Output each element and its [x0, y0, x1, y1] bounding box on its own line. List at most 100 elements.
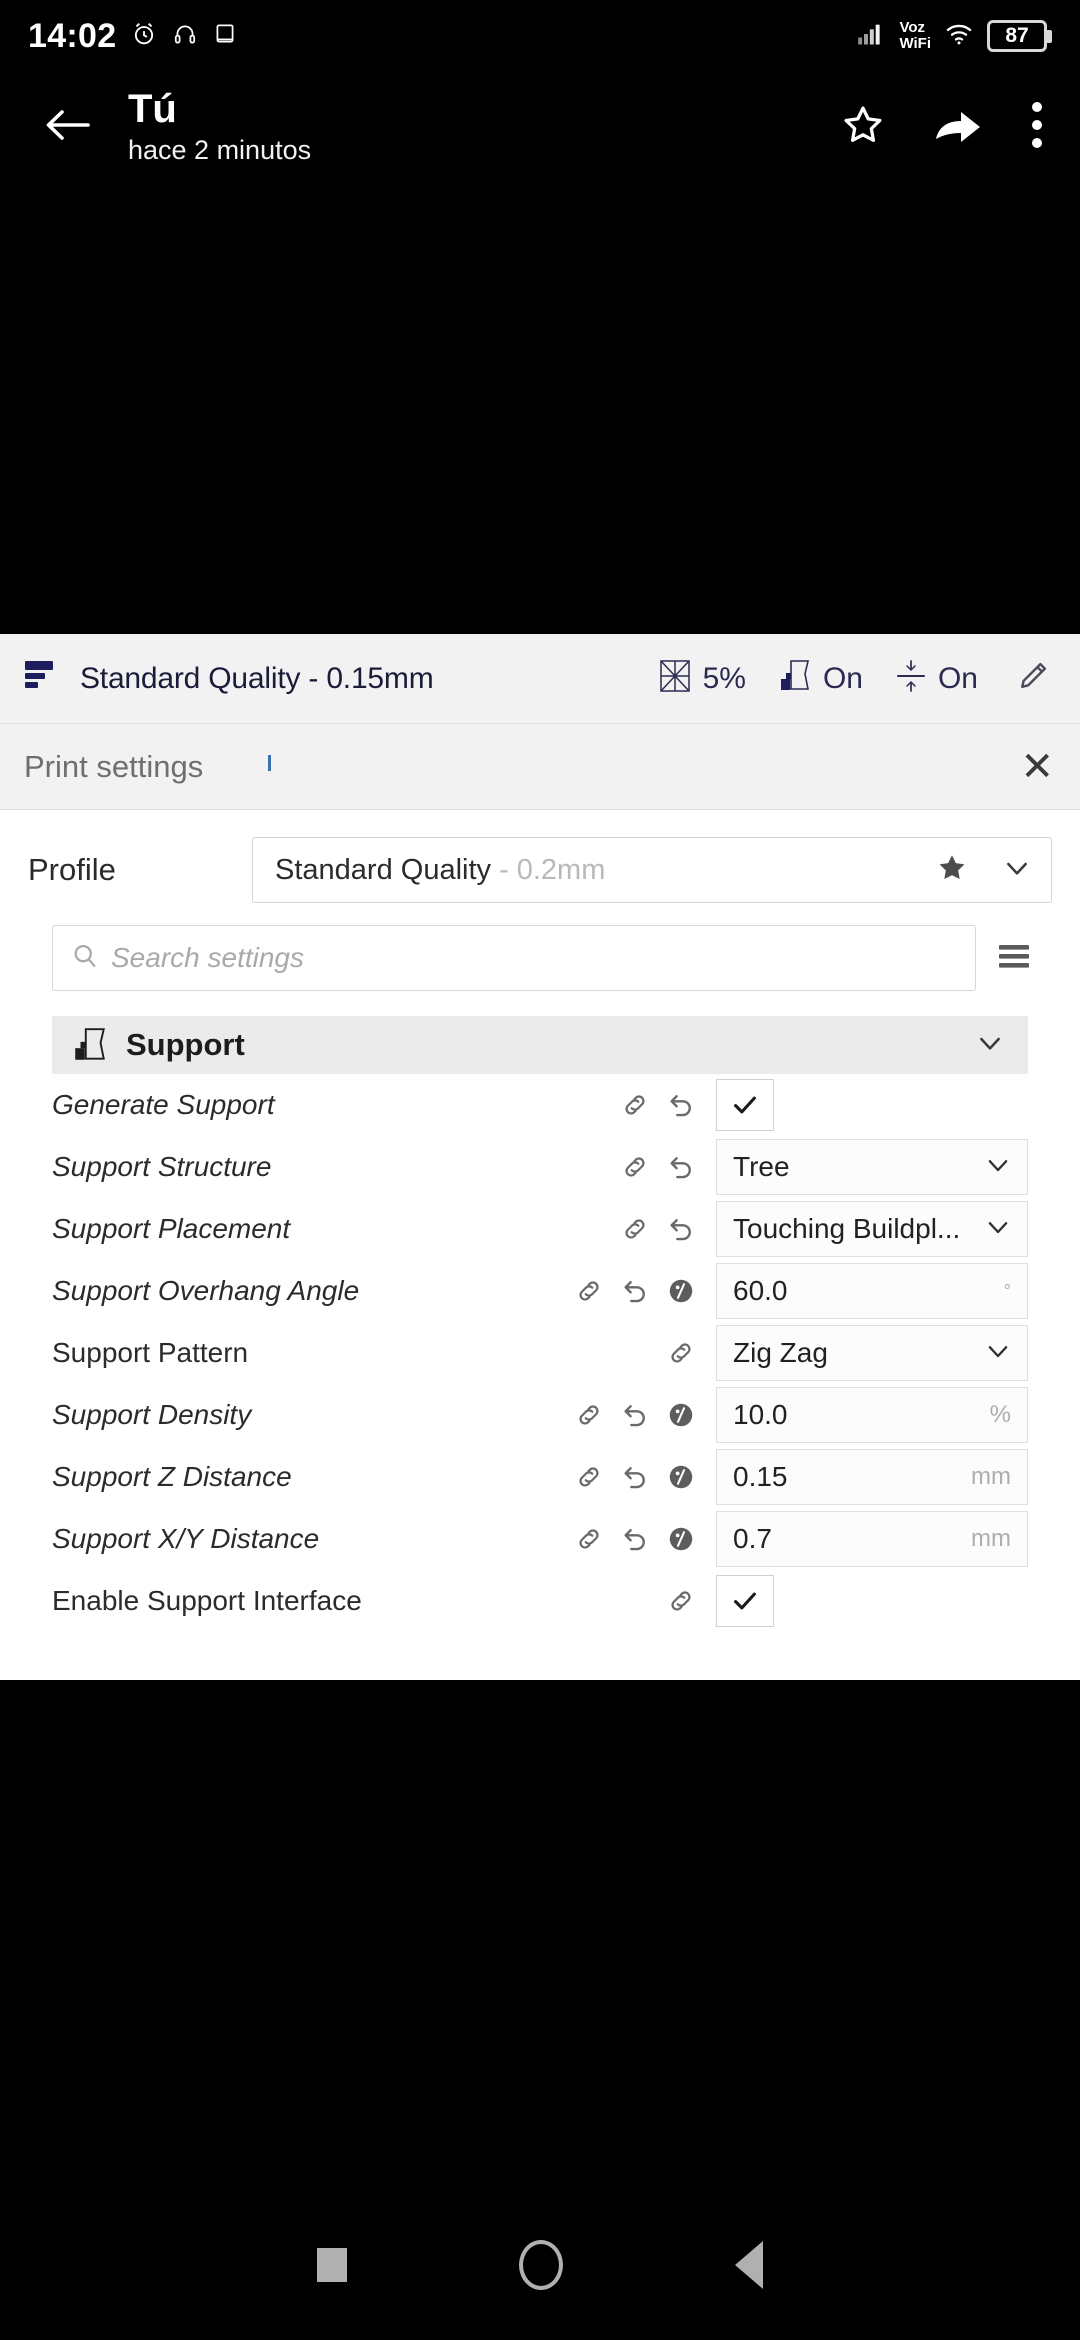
setting-select[interactable]: Touching Buildpl... [716, 1201, 1028, 1257]
chevron-down-icon [983, 1336, 1013, 1371]
setting-row: Support Structure Tree [52, 1136, 1028, 1198]
support-stat[interactable]: On [778, 658, 863, 699]
hamburger-menu-icon [997, 941, 1031, 976]
link-icon[interactable] [572, 1398, 606, 1432]
link-icon[interactable] [572, 1274, 606, 1308]
link-icon[interactable] [618, 1088, 652, 1122]
setting-control [716, 1575, 1028, 1627]
setting-control: 10.0 % [716, 1387, 1028, 1443]
setting-select[interactable]: Tree [716, 1139, 1028, 1195]
edit-settings-button[interactable] [1016, 659, 1050, 698]
profile-value-suffix: - 0.2mm [499, 853, 606, 886]
quality-summary[interactable]: Standard Quality - 0.15mm [22, 659, 658, 698]
cura-screenshot: Standard Quality - 0.15mm 5% On On Print… [0, 634, 1080, 1680]
setting-row-icons [422, 1336, 716, 1370]
pencil-icon [1016, 662, 1050, 697]
back-button[interactable] [26, 104, 110, 151]
revert-icon[interactable] [664, 1088, 698, 1122]
link-icon[interactable] [664, 1584, 698, 1618]
status-time: 14:02 [28, 16, 117, 55]
setting-label: Generate Support [52, 1089, 275, 1120]
setting-select[interactable]: Zig Zag [716, 1325, 1028, 1381]
formula-icon[interactable] [664, 1274, 698, 1308]
status-bar-left: 14:02 [28, 17, 238, 56]
close-icon[interactable]: ✕ [1020, 747, 1054, 787]
home-circle-icon[interactable] [519, 2240, 563, 2290]
star-filled-icon[interactable] [935, 851, 969, 890]
revert-icon[interactable] [618, 1398, 652, 1432]
setting-input[interactable]: 0.7 mm [716, 1511, 1028, 1567]
setting-value: 60.0 [733, 1275, 788, 1306]
setting-label: Support Structure [52, 1151, 272, 1182]
support-icon [778, 658, 812, 699]
formula-icon[interactable] [664, 1398, 698, 1432]
setting-row-icons [422, 1522, 716, 1556]
revert-icon[interactable] [618, 1274, 652, 1308]
link-icon[interactable] [572, 1522, 606, 1556]
profile-value: Standard Quality [275, 853, 492, 886]
setting-row: Support Pattern Zig Zag [52, 1322, 1028, 1384]
infill-stat[interactable]: 5% [658, 658, 746, 699]
status-bar: 14:02 Voz WiFi 87 [0, 0, 1080, 72]
overflow-menu-icon[interactable] [1030, 99, 1044, 156]
link-icon[interactable] [618, 1150, 652, 1184]
headphones-icon [172, 21, 198, 52]
setting-unit: mm [971, 1525, 1011, 1552]
link-icon[interactable] [572, 1460, 606, 1494]
section-header-support[interactable]: Support [52, 1016, 1028, 1074]
battery-icon: 87 [987, 20, 1052, 52]
print-stats: 5% On On [658, 658, 1058, 699]
chevron-down-icon[interactable] [1001, 852, 1033, 889]
search-input[interactable]: Search settings [52, 925, 976, 991]
wifi-icon [943, 20, 975, 53]
search-placeholder: Search settings [111, 942, 304, 973]
setting-checkbox[interactable] [716, 1079, 774, 1131]
app-bar-actions [840, 99, 1054, 156]
android-nav-bar [0, 2190, 1080, 2340]
settings-visibility-button[interactable] [976, 941, 1052, 976]
setting-checkbox[interactable] [716, 1575, 774, 1627]
setting-input[interactable]: 0.15 mm [716, 1449, 1028, 1505]
settings-list: Generate Support Support Structure Tree … [52, 1074, 1028, 1632]
share-icon[interactable] [932, 103, 984, 152]
formula-icon[interactable] [664, 1460, 698, 1494]
adhesion-icon [895, 658, 927, 699]
setting-value: 0.7 [733, 1523, 772, 1554]
link-icon[interactable] [664, 1336, 698, 1370]
setting-row: Generate Support [52, 1074, 1028, 1136]
support-value: On [822, 661, 863, 695]
recents-square-icon[interactable] [317, 2248, 347, 2282]
network-type-label: Voz WiFi [899, 19, 931, 52]
print-summary-toolbar[interactable]: Standard Quality - 0.15mm 5% On On [0, 634, 1080, 724]
revert-icon[interactable] [664, 1212, 698, 1246]
revert-icon[interactable] [618, 1522, 652, 1556]
formula-icon[interactable] [664, 1522, 698, 1556]
setting-label: Support Density [52, 1399, 252, 1430]
link-icon[interactable] [618, 1212, 652, 1246]
profile-select[interactable]: Standard Quality - 0.2mm [252, 837, 1052, 903]
setting-row: Support X/Y Distance 0.7 mm [52, 1508, 1028, 1570]
setting-row-icons [422, 1398, 716, 1432]
tablet-icon [212, 21, 238, 52]
setting-value: Zig Zag [733, 1337, 828, 1368]
layers-icon [22, 659, 60, 698]
setting-unit: mm [971, 1463, 1011, 1490]
setting-unit: ° [1003, 1280, 1011, 1301]
revert-icon[interactable] [664, 1150, 698, 1184]
setting-input[interactable]: 10.0 % [716, 1387, 1028, 1443]
adhesion-stat[interactable]: On [895, 658, 978, 699]
setting-row-icons [422, 1150, 716, 1184]
quality-summary-text: Standard Quality - 0.15mm [80, 661, 434, 695]
setting-label: Enable Support Interface [52, 1585, 362, 1616]
setting-row: Support Placement Touching Buildpl... [52, 1198, 1028, 1260]
revert-icon[interactable] [618, 1460, 652, 1494]
setting-row: Support Density 10.0 % [52, 1384, 1028, 1446]
chevron-down-icon[interactable] [974, 1027, 1006, 1064]
setting-control: 0.7 mm [716, 1511, 1028, 1567]
star-outline-icon[interactable] [840, 102, 886, 153]
setting-row: Support Overhang Angle 60.0 ° [52, 1260, 1028, 1322]
back-triangle-icon[interactable] [735, 2241, 763, 2289]
support-icon [72, 1026, 118, 1064]
setting-row-icons [422, 1460, 716, 1494]
setting-input[interactable]: 60.0 ° [716, 1263, 1028, 1319]
